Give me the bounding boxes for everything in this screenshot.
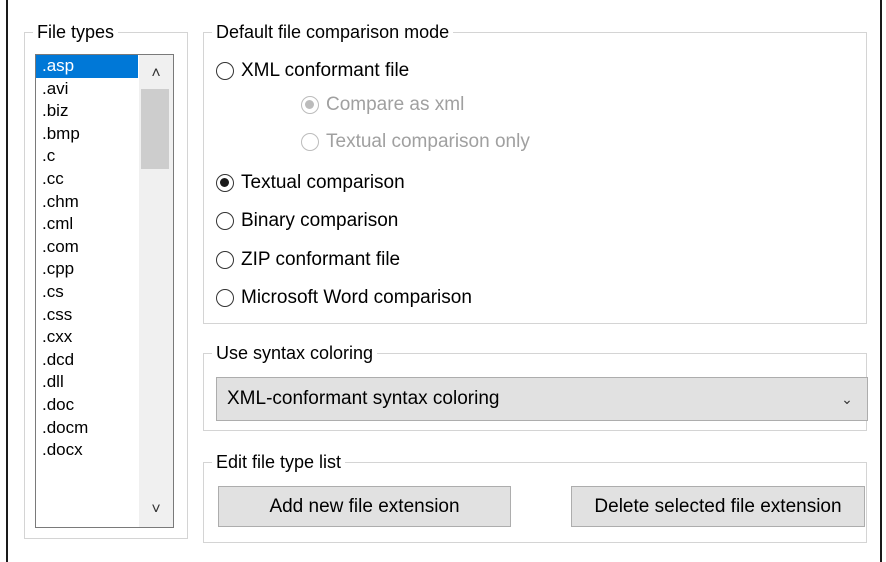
- list-item[interactable]: .asp: [36, 55, 138, 78]
- radio-word-indicator[interactable]: [216, 289, 234, 307]
- list-item[interactable]: .c: [36, 145, 138, 168]
- scroll-thumb[interactable]: [141, 89, 169, 169]
- radio-compare-as-xml[interactable]: Compare as xml: [301, 94, 464, 116]
- radio-textual-indicator[interactable]: [216, 174, 234, 192]
- scroll-down-icon[interactable]: ˅: [139, 495, 173, 525]
- list-item[interactable]: .dll: [36, 371, 138, 394]
- list-item[interactable]: .cpp: [36, 258, 138, 281]
- radio-zip-label: ZIP conformant file: [241, 249, 401, 270]
- radio-word[interactable]: Microsoft Word comparison: [216, 287, 472, 309]
- chevron-down-icon[interactable]: ⌄: [827, 391, 867, 408]
- radio-word-label: Microsoft Word comparison: [241, 287, 472, 308]
- list-item[interactable]: .docx: [36, 439, 138, 462]
- list-item[interactable]: .doc: [36, 394, 138, 417]
- radio-xml-conformant-indicator[interactable]: [216, 62, 234, 80]
- list-item[interactable]: .cml: [36, 213, 138, 236]
- file-types-listbox[interactable]: .asp .avi .biz .bmp .c .cc .chm .cml .com .cpp .cs…: [35, 54, 174, 528]
- radio-binary[interactable]: Binary comparison: [216, 210, 398, 232]
- radio-compare-as-xml-indicator[interactable]: [301, 96, 319, 114]
- radio-binary-label: Binary comparison: [241, 210, 399, 231]
- syntax-coloring-legend: Use syntax coloring: [212, 342, 378, 364]
- edit-list-legend: Edit file type list: [212, 451, 346, 473]
- radio-textual-only[interactable]: Textual comparison only: [301, 131, 530, 153]
- radio-textual-label: Textual comparison: [241, 172, 405, 193]
- delete-file-extension-button[interactable]: Delete selected file extension: [571, 486, 865, 527]
- syntax-coloring-dropdown[interactable]: XML-conformant syntax coloring ⌄: [216, 377, 868, 421]
- radio-textual[interactable]: Textual comparison: [216, 172, 405, 194]
- list-item[interactable]: .chm: [36, 191, 138, 214]
- list-item[interactable]: .biz: [36, 100, 138, 123]
- radio-xml-conformant[interactable]: XML conformant file: [216, 60, 409, 82]
- list-item[interactable]: .docm: [36, 417, 138, 440]
- list-item[interactable]: .css: [36, 304, 138, 327]
- radio-xml-conformant-label: XML conformant file: [241, 60, 410, 81]
- list-scrollbar[interactable]: ˄ ˅: [139, 55, 173, 527]
- comparison-mode-legend: Default file comparison mode: [212, 21, 454, 43]
- window-border-right: [880, 0, 882, 562]
- file-types-legend: File types: [33, 21, 119, 43]
- radio-compare-as-xml-label: Compare as xml: [326, 94, 465, 115]
- list-item[interactable]: .dcd: [36, 349, 138, 372]
- list-item[interactable]: .cxx: [36, 326, 138, 349]
- list-item[interactable]: .avi: [36, 78, 138, 101]
- radio-zip[interactable]: ZIP conformant file: [216, 249, 400, 271]
- list-item[interactable]: .bmp: [36, 123, 138, 146]
- list-item[interactable]: .cs: [36, 281, 138, 304]
- radio-textual-only-label: Textual comparison only: [326, 131, 530, 152]
- list-item[interactable]: .com: [36, 236, 138, 259]
- radio-textual-only-indicator[interactable]: [301, 133, 319, 151]
- list-item[interactable]: .cc: [36, 168, 138, 191]
- add-file-extension-button[interactable]: Add new file extension: [218, 486, 511, 527]
- window-border-left: [6, 0, 8, 562]
- syntax-coloring-value: XML-conformant syntax coloring: [227, 388, 500, 409]
- scroll-up-icon[interactable]: ˄: [139, 59, 173, 89]
- radio-zip-indicator[interactable]: [216, 251, 234, 269]
- radio-binary-indicator[interactable]: [216, 212, 234, 230]
- file-types-list: .asp .avi .biz .bmp .c .cc .chm .cml .com .cpp .cs…: [36, 55, 138, 462]
